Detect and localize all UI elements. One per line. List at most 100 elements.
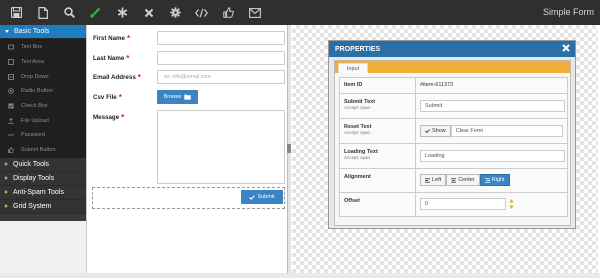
sidebar-group-display-tools[interactable]: Display Tools: [0, 172, 86, 186]
reset-text-hint: Accept: span: [344, 130, 371, 135]
first-name-label: First Name *: [93, 34, 131, 43]
close-icon[interactable]: [138, 0, 159, 25]
first-name-field[interactable]: [157, 31, 285, 45]
stepper-arrows-icon[interactable]: [509, 198, 514, 210]
sidebar-item-radio-button[interactable]: Radio Button: [0, 84, 86, 99]
reset-text-row: Reset Text Accept: span Show Clear Form: [339, 119, 568, 144]
item-id-row: Item ID #item-611373: [339, 77, 568, 94]
form-canvas: First Name * Last Name * Email Address * ex…: [86, 25, 288, 273]
app-title: Simple Form: [542, 7, 594, 17]
email-field[interactable]: ex: info@email.com: [157, 70, 285, 84]
textbox-icon: [8, 44, 14, 50]
item-id-value: #item-611373: [420, 82, 454, 88]
chevron-down-icon: [5, 30, 9, 33]
message-label: Message *: [93, 113, 125, 122]
align-right-button[interactable]: Right: [479, 174, 510, 186]
chevron-right-icon: [5, 204, 8, 208]
required-mark: *: [126, 54, 130, 63]
reset-show-label: Show: [432, 128, 446, 134]
required-mark: *: [137, 73, 141, 82]
submit-label: Submit: [257, 194, 275, 200]
new-file-icon[interactable]: [32, 0, 53, 25]
email-label: Email Address *: [93, 73, 141, 82]
loading-text-hint: Accept: span: [344, 155, 371, 160]
sidebar-item-submit-button[interactable]: Submit Button: [0, 143, 86, 158]
sidebar-item-label: Text Box: [21, 44, 43, 51]
password-icon: [8, 132, 14, 138]
sidebar-item-label: Password: [21, 132, 46, 139]
offset-row: Offset 0: [339, 193, 568, 217]
bottom-strip: [0, 273, 600, 278]
sidebar-item-label: File Upload: [21, 117, 49, 124]
check-icon: [249, 194, 256, 200]
align-left-icon: [425, 177, 430, 183]
save-icon[interactable]: [6, 0, 27, 25]
submit-button[interactable]: Submit: [241, 190, 283, 204]
sidebar-item-label: Check Box: [21, 103, 48, 110]
sidebar-tool-list: Text Box Text Area Drop Down Radio Butto…: [0, 39, 86, 158]
align-left-button[interactable]: Left: [420, 174, 447, 186]
offset-input[interactable]: 0: [420, 198, 506, 210]
last-name-field[interactable]: [157, 51, 285, 65]
radio-icon: [8, 88, 14, 95]
browse-label: Browse: [163, 94, 182, 100]
sidebar-item-drop-down[interactable]: Drop Down: [0, 69, 86, 84]
sidebar-group-anti-spam-tools[interactable]: Anti-Spam Tools: [0, 186, 86, 200]
sidebar-item-file-upload[interactable]: File Upload: [0, 113, 86, 128]
code-icon[interactable]: [191, 0, 212, 25]
browse-button[interactable]: Browse: [157, 90, 198, 104]
loading-text-input[interactable]: Loading: [420, 150, 565, 162]
loading-text-row: Loading Text Accept: span Loading: [339, 144, 568, 169]
alignment-label: Alignment: [344, 174, 371, 180]
tab-input[interactable]: Input: [338, 63, 368, 73]
close-icon[interactable]: [562, 44, 570, 52]
sidebar-group-label: Grid System: [13, 202, 52, 210]
last-name-label: Last Name *: [93, 54, 130, 63]
sidebar-item-label: Radio Button: [21, 88, 53, 95]
reset-text-input[interactable]: Clear Form: [450, 125, 563, 137]
thumbs-up-icon: [8, 147, 14, 154]
upload-icon: [8, 117, 14, 124]
properties-body: Input Item ID #item-611373 Submit Text Ac…: [334, 60, 571, 226]
reset-show-toggle[interactable]: Show: [420, 125, 451, 137]
sidebar-item-text-box[interactable]: Text Box: [0, 40, 86, 55]
properties-panel: PROPERTIES Input Item ID #item-611373 Su…: [328, 40, 576, 229]
textarea-icon: [8, 59, 14, 65]
sidebar-item-check-box[interactable]: Check Box: [0, 99, 86, 114]
sidebar-group-quick-tools[interactable]: Quick Tools: [0, 158, 86, 172]
align-right-label: Right: [491, 177, 505, 183]
thumbs-up-icon[interactable]: [218, 0, 239, 25]
align-left-label: Left: [432, 177, 442, 183]
top-toolbar: Simple Form: [0, 0, 600, 25]
message-textarea[interactable]: [157, 110, 285, 184]
submit-text-input[interactable]: Submit: [420, 100, 565, 112]
search-icon[interactable]: [59, 0, 80, 25]
sidebar: Basic Tools Text Box Text Area Drop Down…: [0, 25, 86, 221]
envelope-icon[interactable]: [244, 0, 265, 25]
align-center-button[interactable]: Center: [446, 174, 480, 186]
sidebar-item-text-area[interactable]: Text Area: [0, 55, 86, 70]
properties-header: PROPERTIES: [329, 41, 575, 57]
csv-file-label: Csv File *: [93, 93, 122, 102]
properties-tabbar: Input: [335, 61, 570, 73]
splitter-handle[interactable]: [287, 144, 291, 153]
sidebar-group-label: Quick Tools: [13, 160, 50, 168]
align-right-icon: [484, 177, 490, 183]
sidebar-item-password[interactable]: Password: [0, 128, 86, 143]
alignment-row: Alignment Left Center Right: [339, 169, 568, 193]
sidebar-group-label: Anti-Spam Tools: [13, 188, 64, 196]
sidebar-group-grid-system[interactable]: Grid System: [0, 200, 86, 214]
brush-icon[interactable]: [85, 0, 106, 25]
gear-icon[interactable]: [165, 0, 186, 25]
alignment-segmented: Left Center Right: [420, 174, 510, 186]
required-mark: *: [121, 113, 125, 122]
chevron-right-icon: [5, 190, 8, 194]
chevron-right-icon: [5, 176, 8, 180]
offset-label: Offset: [344, 198, 360, 204]
asterisk-icon[interactable]: [112, 0, 133, 25]
folder-icon: [184, 94, 192, 100]
sidebar-item-label: Drop Down: [21, 73, 49, 80]
sidebar-group-basic-tools[interactable]: Basic Tools: [0, 25, 86, 39]
required-mark: *: [118, 93, 122, 102]
align-center-icon: [451, 177, 457, 183]
